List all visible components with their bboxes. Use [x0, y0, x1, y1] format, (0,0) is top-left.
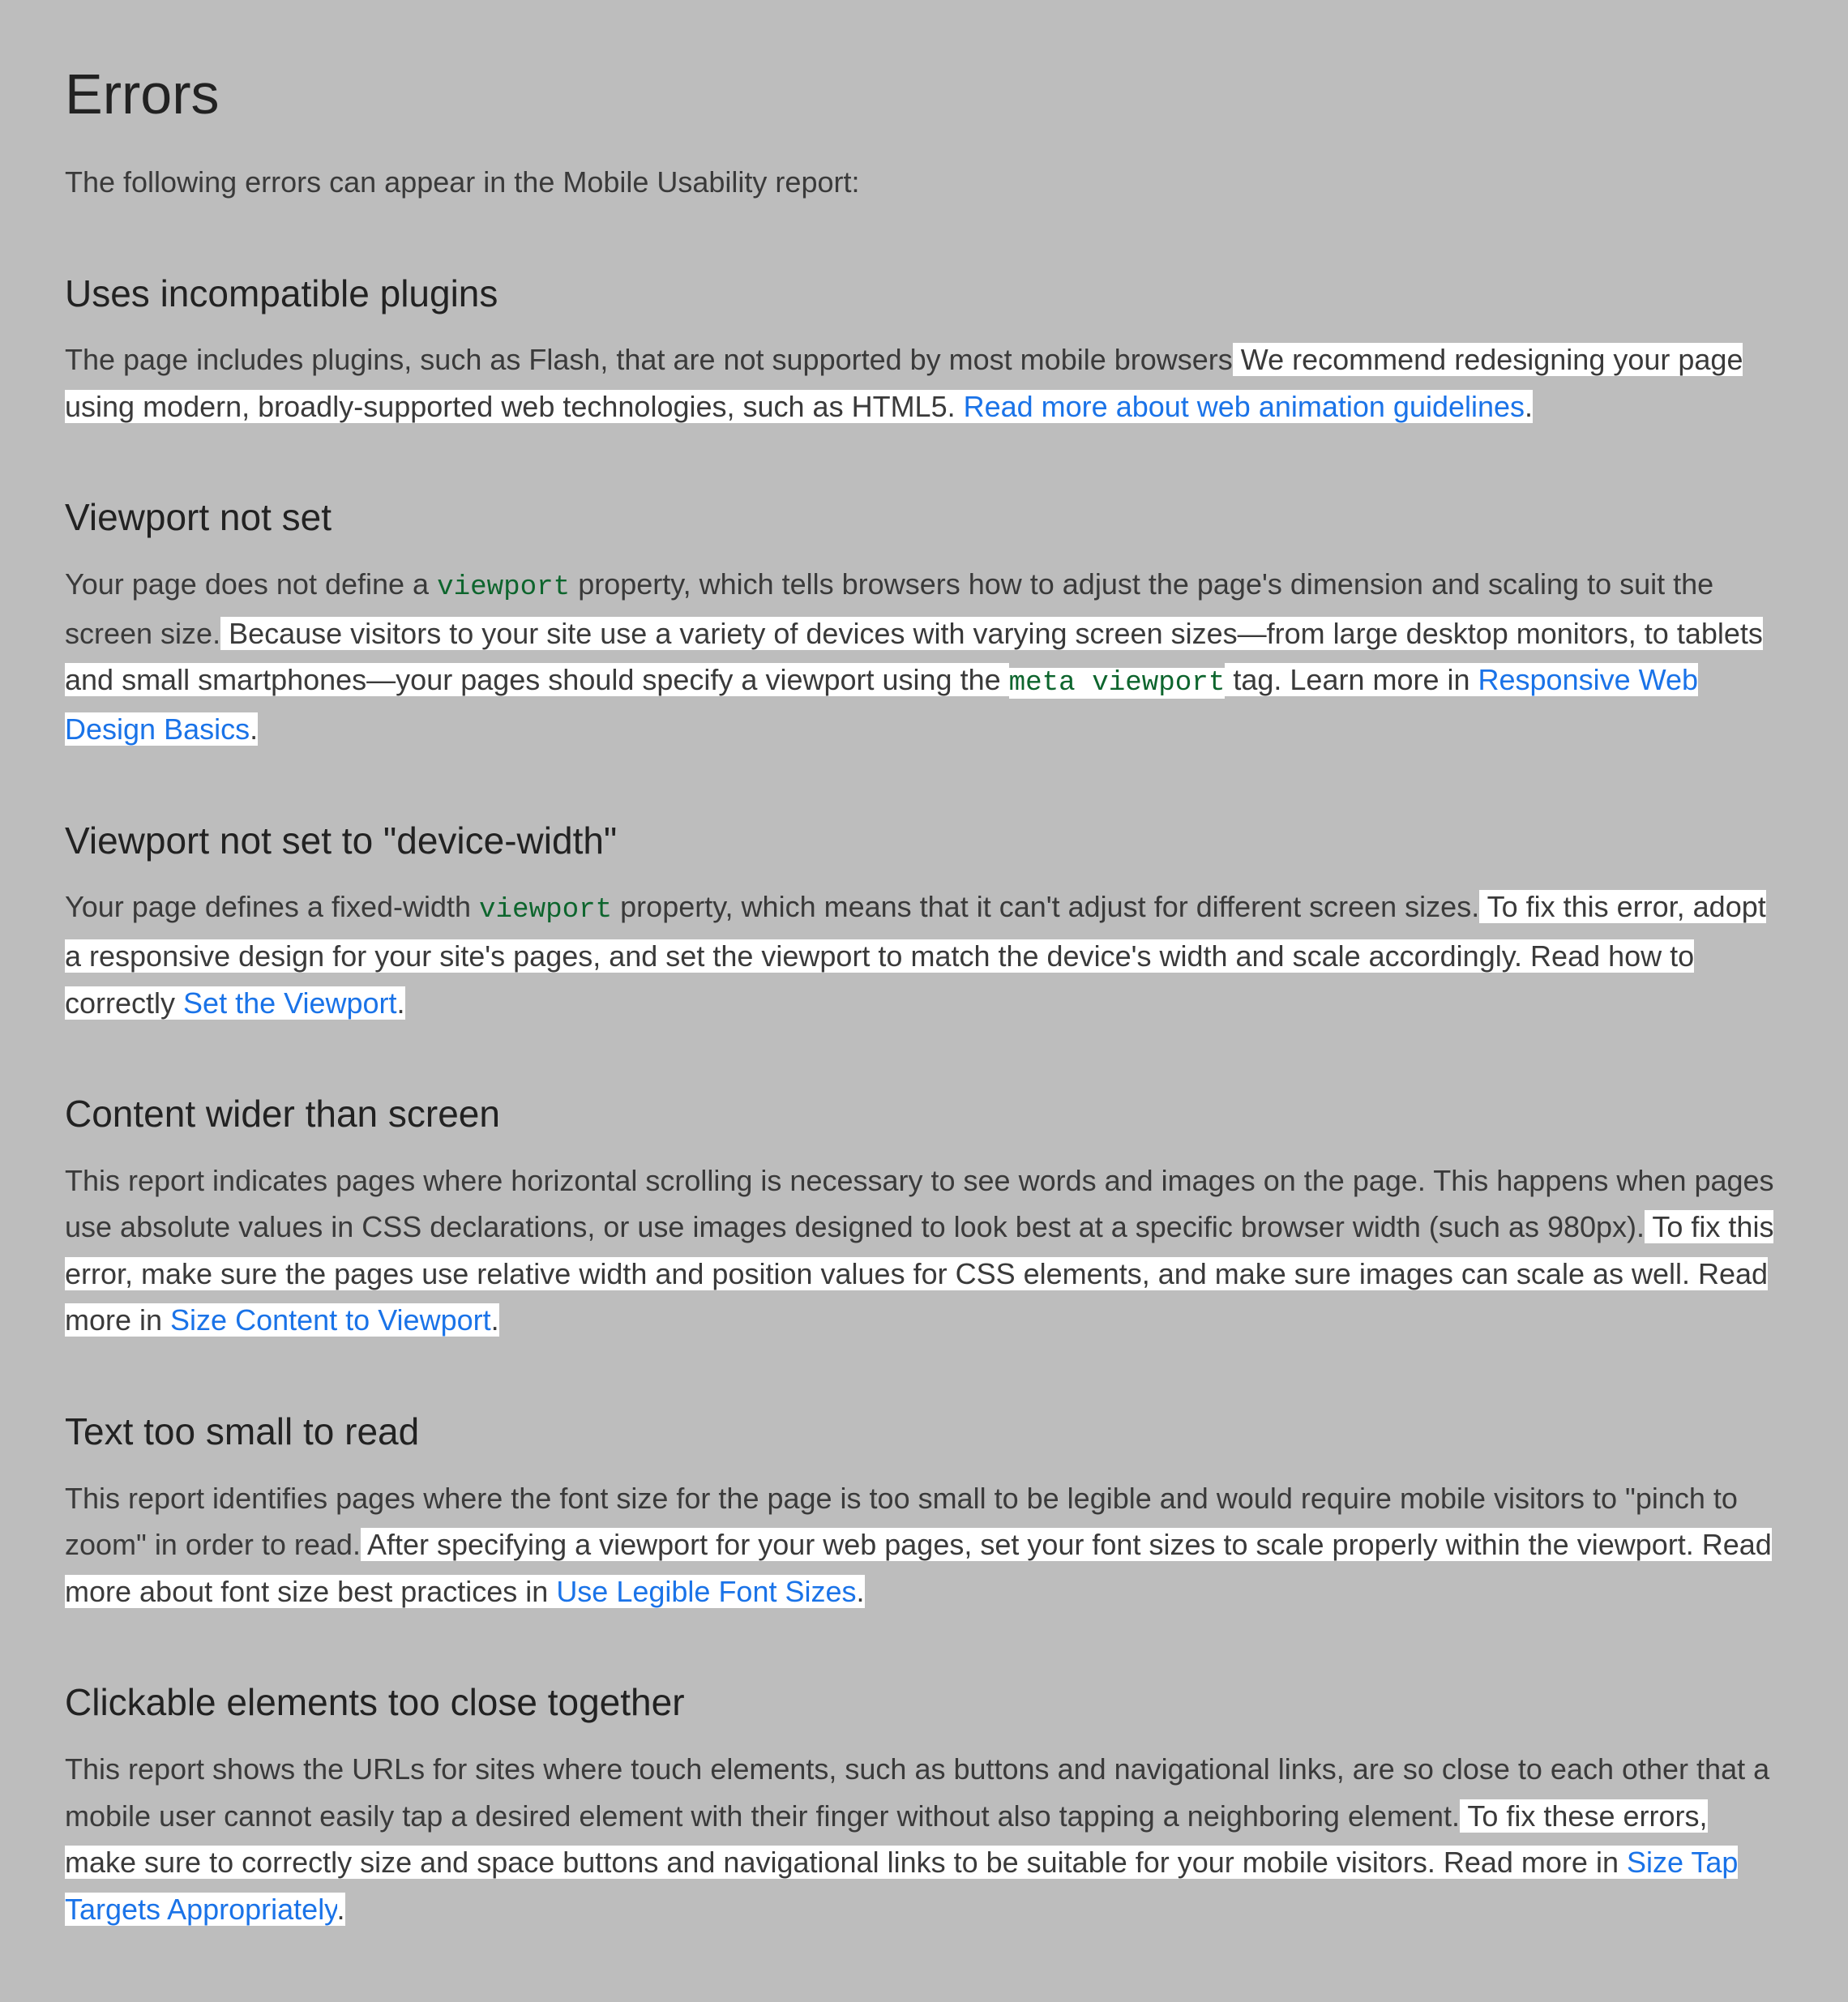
doc-link[interactable]: Read more about web animation guidelines	[964, 390, 1525, 423]
section-body: Your page does not define a viewport pro…	[65, 561, 1783, 753]
body-text: The page includes plugins, such as Flash…	[65, 343, 1233, 376]
section-heading: Viewport not set	[65, 488, 1783, 548]
highlighted-text: tag. Learn more in	[1225, 663, 1478, 696]
inline-code: viewport	[437, 572, 570, 603]
section-heading: Clickable elements too close together	[65, 1673, 1783, 1733]
highlighted-inline-code: meta viewport	[1009, 668, 1226, 699]
article-content: Errors The following errors can appear i…	[65, 49, 1783, 1932]
body-text: This report indicates pages where horizo…	[65, 1164, 1774, 1244]
doc-link[interactable]: Size Content to Viewport	[170, 1303, 491, 1337]
body-text: property, which means that it can't adju…	[612, 890, 1479, 923]
highlighted-text: .	[337, 1893, 345, 1926]
doc-link[interactable]: Set the Viewport	[183, 986, 397, 1020]
section-heading: Uses incompatible plugins	[65, 264, 1783, 324]
section-body: This report shows the URLs for sites whe…	[65, 1746, 1783, 1932]
page-title: Errors	[65, 49, 1783, 139]
section-body: Your page defines a fixed-width viewport…	[65, 883, 1783, 1026]
body-text: Your page defines a fixed-width	[65, 890, 479, 923]
highlighted-text: .	[397, 986, 405, 1020]
intro-text: The following errors can appear in the M…	[65, 159, 1783, 206]
doc-link[interactable]: Use Legible Font Sizes	[556, 1575, 856, 1608]
section-body: The page includes plugins, such as Flash…	[65, 336, 1783, 430]
section-body: This report indicates pages where horizo…	[65, 1157, 1783, 1344]
highlighted-text: .	[857, 1575, 865, 1608]
highlighted-text: .	[250, 712, 258, 746]
body-text: Your page does not define a	[65, 567, 437, 601]
highlighted-text: .	[491, 1303, 499, 1337]
inline-code: viewport	[479, 895, 612, 926]
section-heading: Content wider than screen	[65, 1084, 1783, 1144]
section-heading: Text too small to read	[65, 1402, 1783, 1462]
section-heading: Viewport not set to "device-width"	[65, 811, 1783, 871]
section-body: This report identifies pages where the f…	[65, 1475, 1783, 1615]
highlighted-text: .	[1525, 390, 1533, 423]
